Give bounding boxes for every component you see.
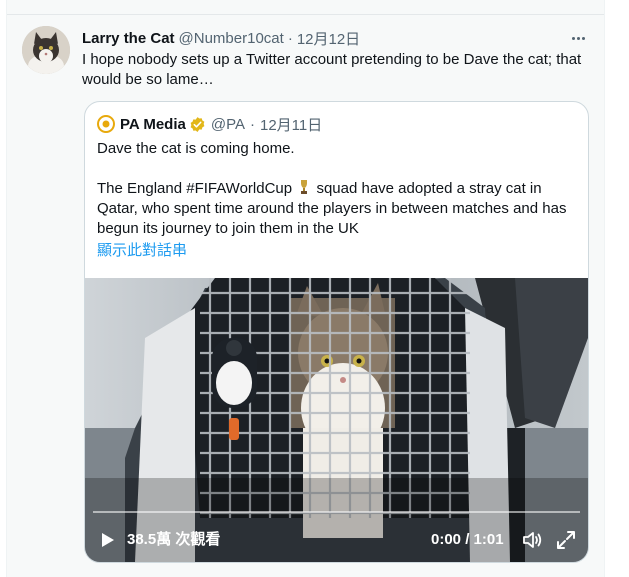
more-horizontal-icon <box>581 36 585 40</box>
tweet-text: I hope nobody sets up a Twitter account … <box>82 51 582 88</box>
pa-media-logo-icon <box>97 115 115 133</box>
video-progress-bar[interactable] <box>93 511 580 513</box>
volume-icon[interactable] <box>521 529 543 551</box>
separator-dot: · <box>287 29 293 47</box>
tweet[interactable]: Larry the Cat @Number10cat · 12月12日 I ho… <box>6 0 605 577</box>
separator-dot: · <box>249 115 255 133</box>
more-horizontal-icon <box>576 36 580 40</box>
author-handle[interactable]: @Number10cat <box>179 30 284 47</box>
verified-badge-icon <box>190 116 205 132</box>
fullscreen-icon[interactable] <box>556 530 576 550</box>
show-thread-link[interactable]: 顯示此對話串 <box>97 241 187 261</box>
quoted-text-segment: The England #FIFAWorldCup <box>97 180 293 197</box>
author-name[interactable]: Larry the Cat <box>82 30 175 47</box>
tweet-date[interactable]: 12月12日 <box>297 28 360 49</box>
quoted-tweet-header: PA Media @PA · 12月11日 <box>97 114 322 134</box>
quoted-author-handle[interactable]: @PA <box>211 116 245 133</box>
quoted-text-line: Qatar, who spent time around the players… <box>97 200 567 217</box>
video-time: 0:00 / 1:01 <box>431 531 504 548</box>
more-options-button[interactable] <box>567 28 589 48</box>
quoted-tweet[interactable]: PA Media @PA · 12月11日 Dave the cat is co… <box>84 101 589 563</box>
quoted-date[interactable]: 12月11日 <box>260 114 322 135</box>
more-horizontal-icon <box>571 36 575 40</box>
tweet-header: Larry the Cat @Number10cat · 12月12日 <box>82 28 360 48</box>
quoted-text-line: The England #FIFAWorldCup squad have ado… <box>97 179 542 199</box>
play-icon[interactable] <box>97 530 117 550</box>
trophy-emoji-icon <box>301 180 308 194</box>
cat-avatar-image <box>22 26 70 74</box>
quoted-text-line: Dave the cat is coming home. <box>97 140 295 157</box>
quoted-text-line: begun its journey to join them in the UK <box>97 220 359 237</box>
quoted-text-segment: squad have adopted a stray cat in <box>316 180 542 197</box>
avatar[interactable] <box>22 26 70 74</box>
video-player[interactable]: 38.5萬 次觀看 0:00 / 1:01 <box>85 278 588 562</box>
quoted-author-name[interactable]: PA Media <box>120 116 186 133</box>
view-count: 38.5萬 次觀看 <box>127 531 221 548</box>
divider <box>7 14 604 15</box>
video-frame-image <box>85 278 588 562</box>
